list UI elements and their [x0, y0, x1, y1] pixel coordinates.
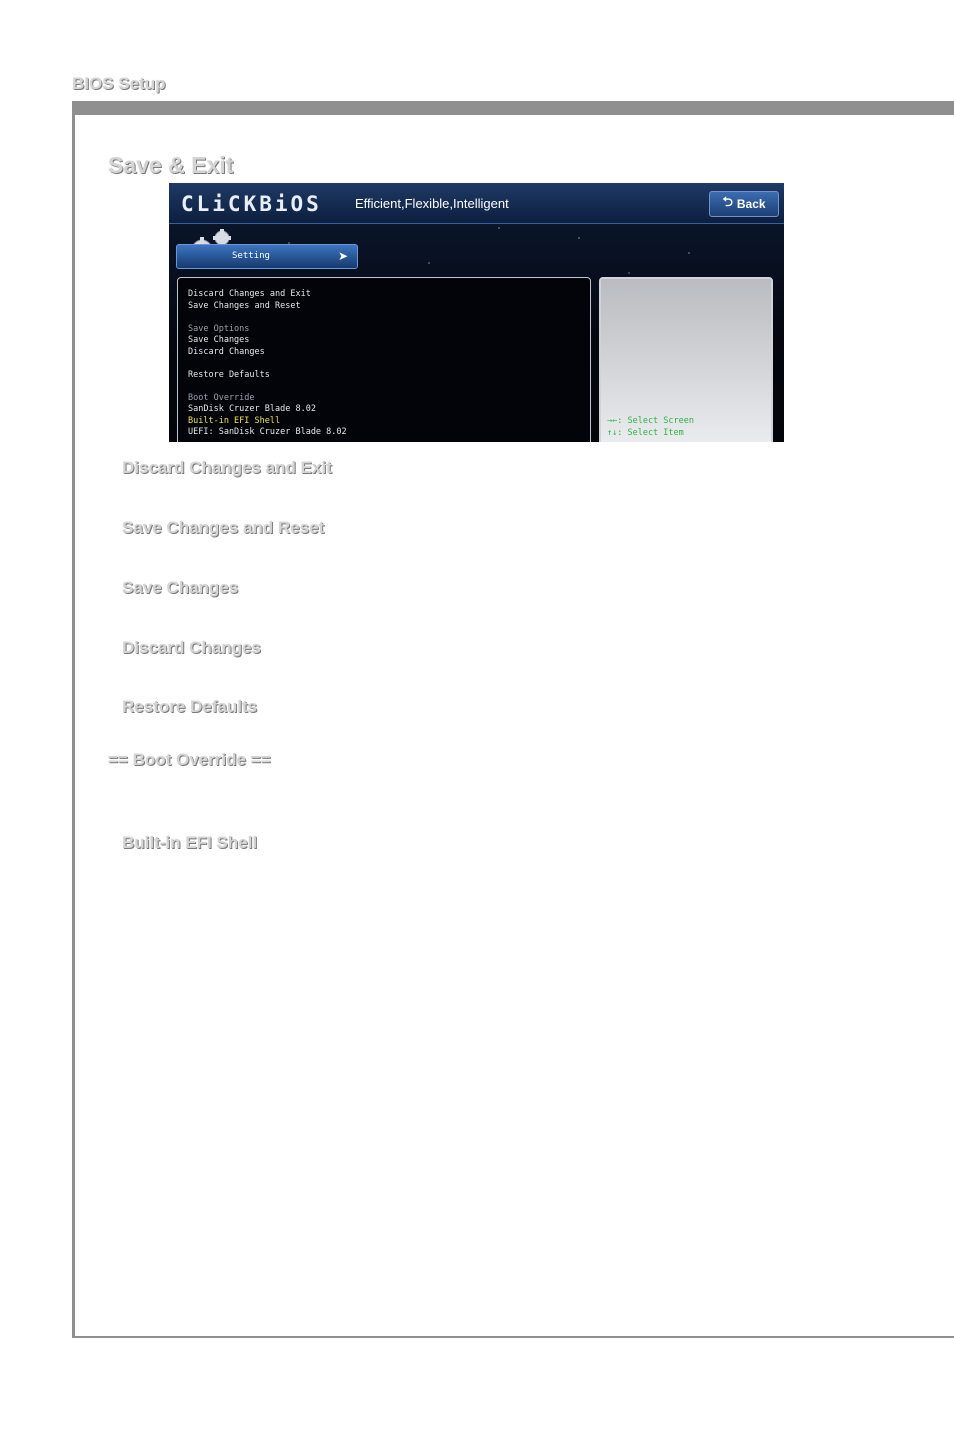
bottom-rule [72, 1336, 954, 1338]
menu-item[interactable]: Built-in EFI Shell [188, 416, 347, 428]
menu-item[interactable]: SanDisk Cruzer Blade 8.02 [188, 404, 347, 416]
save-exit-menu-panel: Discard Changes and Exit Save Changes and… [177, 277, 591, 442]
menu-item[interactable]: Discard Changes and Exit [188, 289, 347, 301]
item-save-changes: Save Changes [122, 578, 239, 597]
bios-screenshot: CLiCKBiOS Efficient,Flexible,Intelligent… [169, 183, 784, 442]
menu-item [188, 312, 347, 324]
menu-item[interactable]: Discard Changes [188, 347, 347, 359]
menu-list: Discard Changes and Exit Save Changes and… [188, 289, 347, 439]
help-key-select-item: ↑↓: Select Item [607, 428, 684, 438]
tab-setting[interactable]: Setting ➤ [176, 244, 358, 269]
section-title: Save & Exit [108, 152, 234, 178]
menu-item [188, 381, 347, 393]
menu-item[interactable]: Save Changes [188, 335, 347, 347]
help-keys: →←: Select Screen ↑↓: Select Item [607, 415, 694, 439]
menu-section-header: Save Options [188, 323, 250, 334]
tab-setting-label: Setting [232, 251, 270, 261]
bios-title-bar: CLiCKBiOS Efficient,Flexible,Intelligent… [169, 183, 784, 224]
left-rule [72, 101, 75, 1338]
menu-item [188, 358, 347, 370]
bios-tagline: Efficient,Flexible,Intelligent [355, 196, 509, 211]
item-discard-changes-and-exit: Discard Changes and Exit [122, 458, 332, 477]
item-boot-override-heading: == Boot Override == [108, 750, 271, 769]
back-button[interactable]: ⮌ Back [709, 191, 779, 217]
mouse-cursor-icon: ➤ [337, 249, 348, 263]
back-button-label: Back [736, 197, 766, 211]
clickbios-logo: CLiCKBiOS [181, 192, 322, 216]
back-arrow-icon: ⮌ [722, 194, 733, 209]
item-save-changes-and-reset: Save Changes and Reset [122, 518, 325, 537]
page-header: BIOS Setup [72, 74, 166, 93]
item-restore-defaults: Restore Defaults [122, 697, 258, 716]
menu-section-header: Boot Override [188, 392, 255, 403]
item-discard-changes: Discard Changes [122, 638, 261, 657]
menu-item[interactable]: Save Changes and Reset [188, 301, 347, 313]
menu-item[interactable]: UEFI: SanDisk Cruzer Blade 8.02 [188, 427, 347, 439]
top-rule [72, 101, 954, 115]
item-builtin-efi-shell: Built-in EFI Shell [122, 833, 258, 852]
menu-item[interactable]: Restore Defaults [188, 370, 347, 382]
help-key-select-screen: →←: Select Screen [607, 416, 694, 426]
